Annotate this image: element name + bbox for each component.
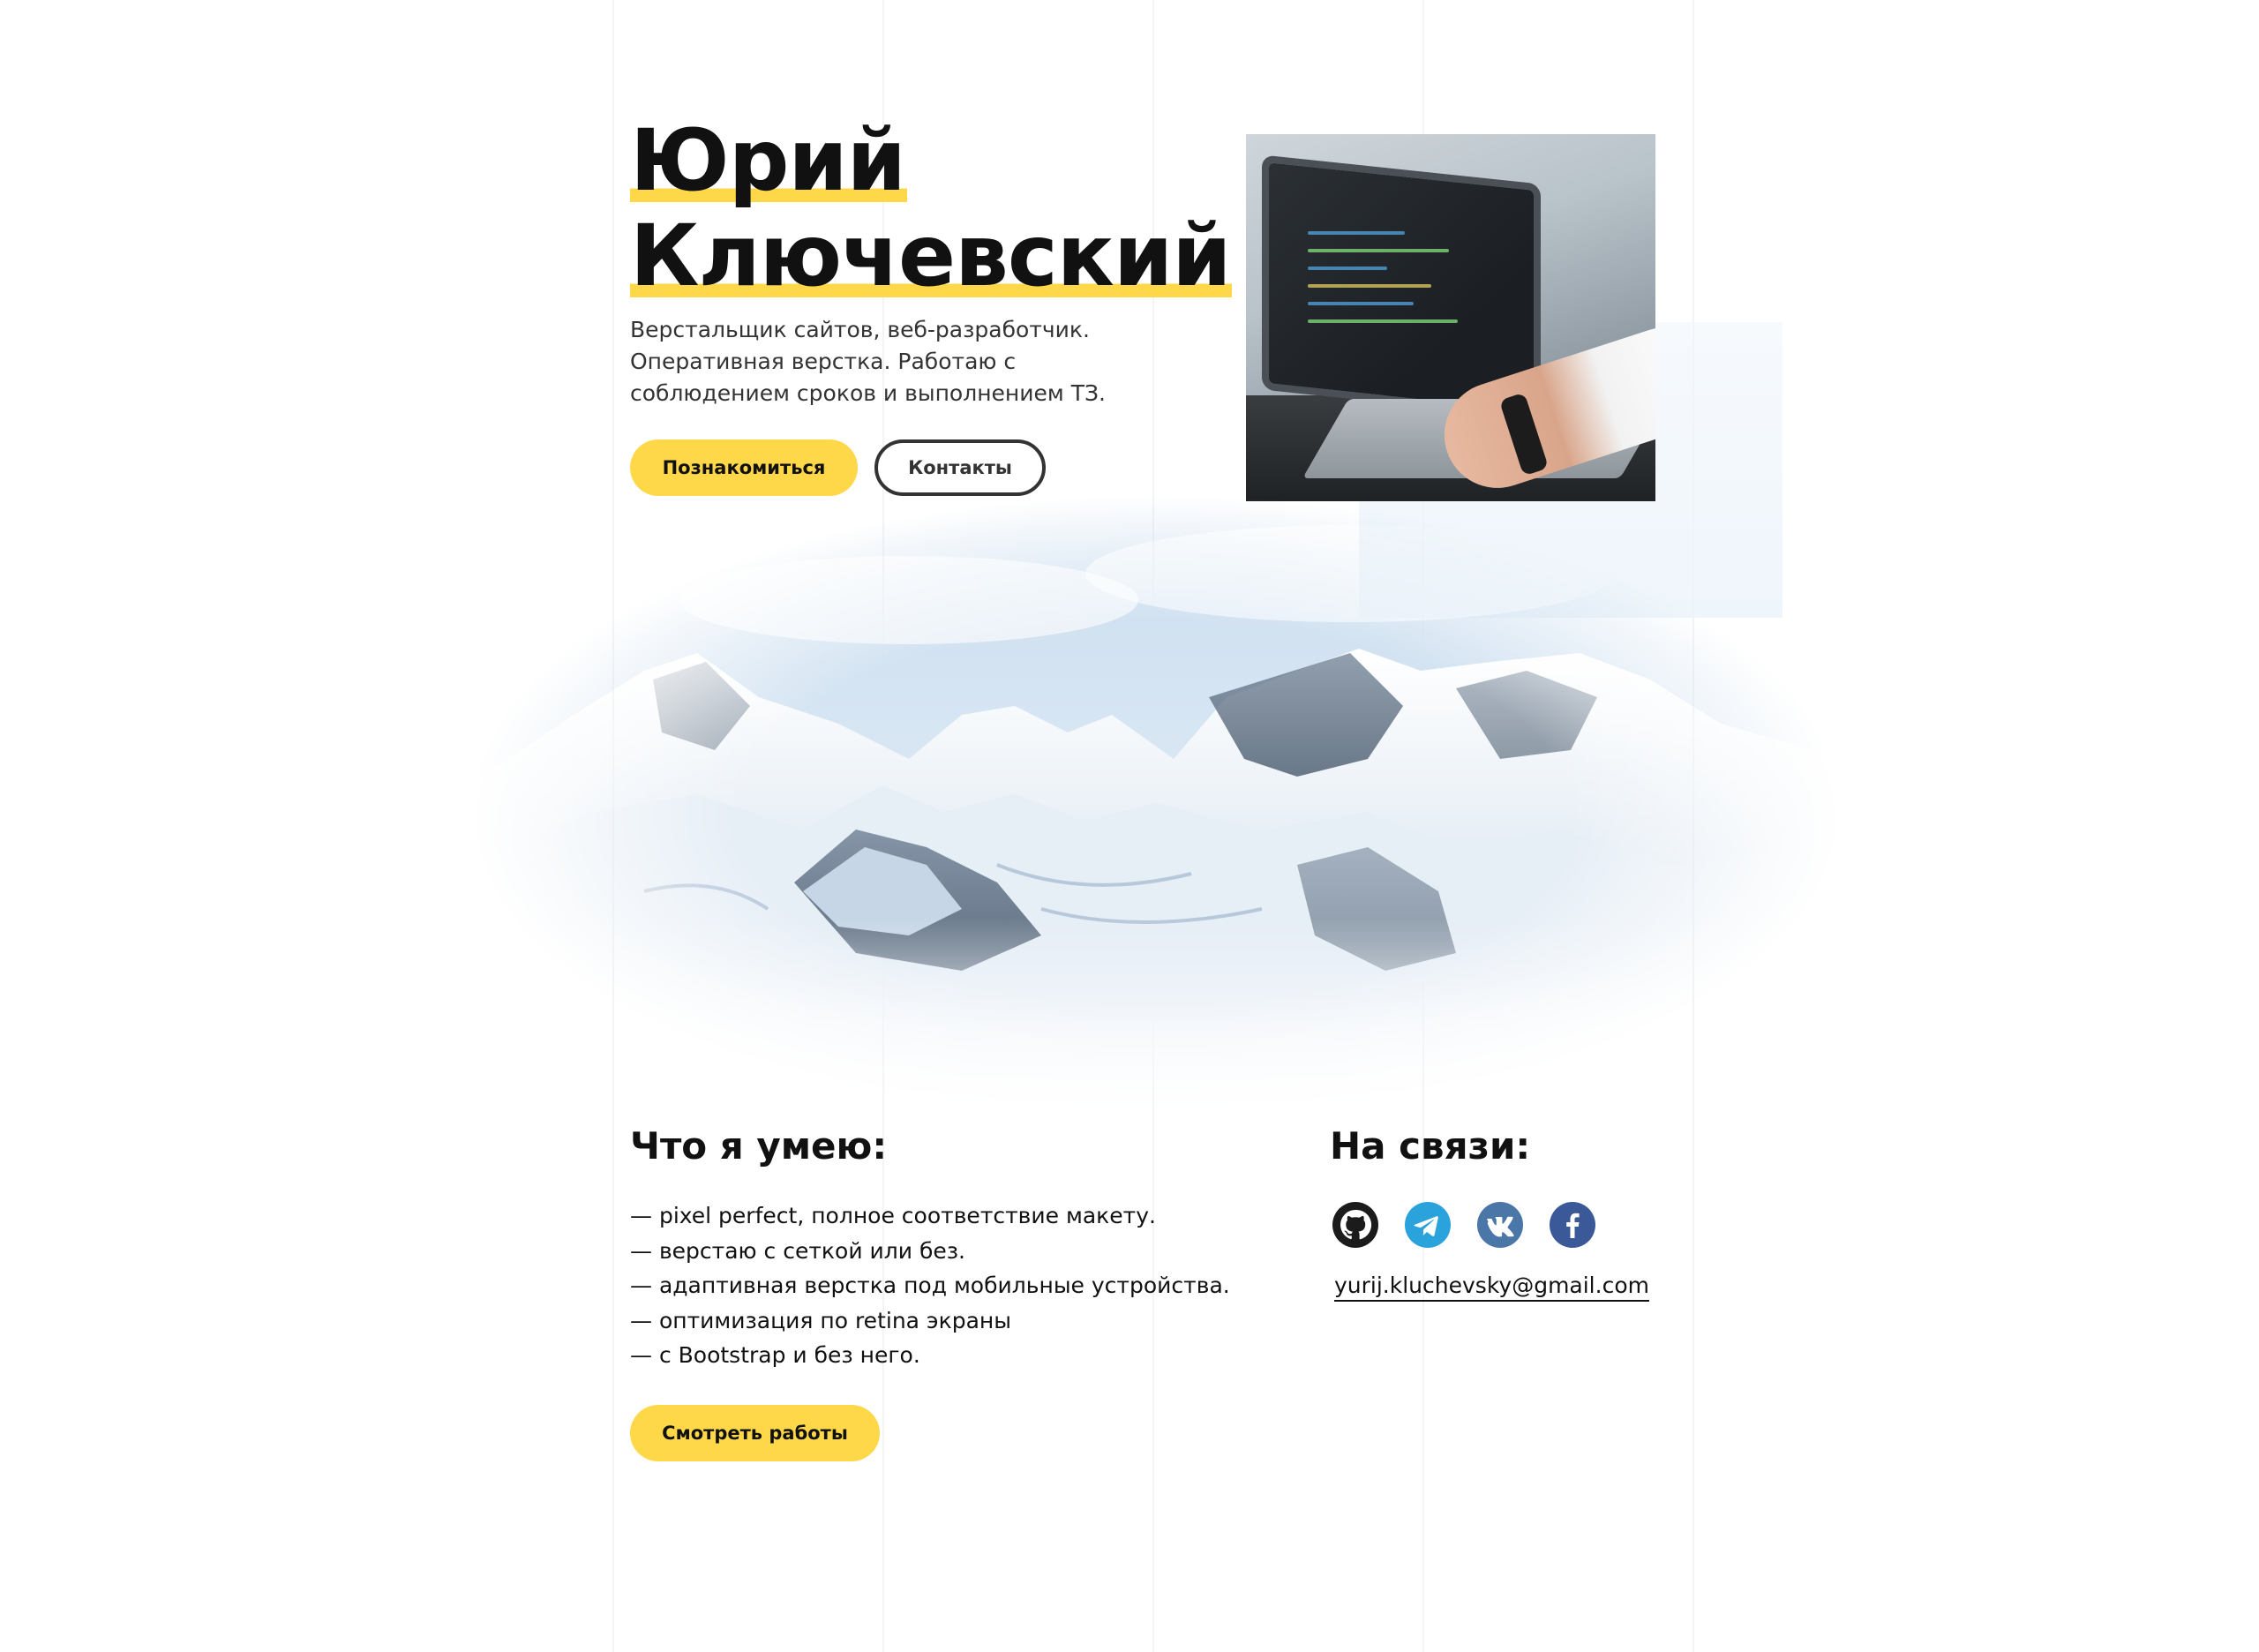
github-icon bbox=[1332, 1202, 1378, 1248]
skill-item: — адаптивная верстка под мобильные устро… bbox=[630, 1273, 1230, 1298]
mountain-landscape-svg bbox=[468, 494, 1844, 1130]
first-name-heading: Юрий bbox=[630, 111, 907, 210]
social-links bbox=[1332, 1202, 1595, 1248]
photo-code-line bbox=[1308, 249, 1449, 252]
skills-title: Что я умею: bbox=[630, 1124, 888, 1168]
skill-item: — с Bootstrap и без него. bbox=[630, 1342, 920, 1368]
skill-item: — верстаю с сеткой или без. bbox=[630, 1237, 965, 1264]
photo-code-line bbox=[1308, 302, 1414, 305]
meet-button[interactable]: Познакомиться bbox=[630, 439, 858, 496]
photo-code-line bbox=[1308, 319, 1458, 323]
contacts-button[interactable]: Контакты bbox=[874, 439, 1046, 496]
laptop-photo bbox=[1246, 134, 1655, 501]
last-name-text: Ключевский bbox=[630, 206, 1233, 305]
mountain-landscape-image bbox=[468, 494, 1844, 1130]
vk-link[interactable] bbox=[1477, 1202, 1523, 1248]
github-link[interactable] bbox=[1332, 1202, 1378, 1248]
contacts-title: На связи: bbox=[1330, 1124, 1531, 1168]
facebook-link[interactable] bbox=[1550, 1202, 1595, 1248]
skill-item: — оптимизация по retina экраны bbox=[630, 1307, 1012, 1333]
first-name-text: Юрий bbox=[630, 111, 907, 210]
telegram-link[interactable] bbox=[1405, 1202, 1451, 1248]
photo-code-line bbox=[1308, 284, 1431, 288]
vk-icon bbox=[1477, 1202, 1523, 1248]
facebook-icon bbox=[1550, 1202, 1595, 1248]
skill-item: — pixel perfect, полное соответствие мак… bbox=[630, 1203, 1156, 1228]
skills-list: — pixel perfect, полное соответствие мак… bbox=[630, 1198, 1230, 1373]
intro-text: Верстальщик сайтов, веб-разработчик. Опе… bbox=[630, 317, 1106, 406]
photo-code-line bbox=[1308, 267, 1387, 270]
view-works-button[interactable]: Смотреть работы bbox=[630, 1405, 880, 1461]
telegram-icon bbox=[1405, 1202, 1451, 1248]
photo-code-line bbox=[1308, 231, 1405, 235]
email-link[interactable]: yurij.kluchevsky@gmail.com bbox=[1334, 1273, 1649, 1302]
last-name-heading: Ключевский bbox=[630, 206, 1233, 305]
